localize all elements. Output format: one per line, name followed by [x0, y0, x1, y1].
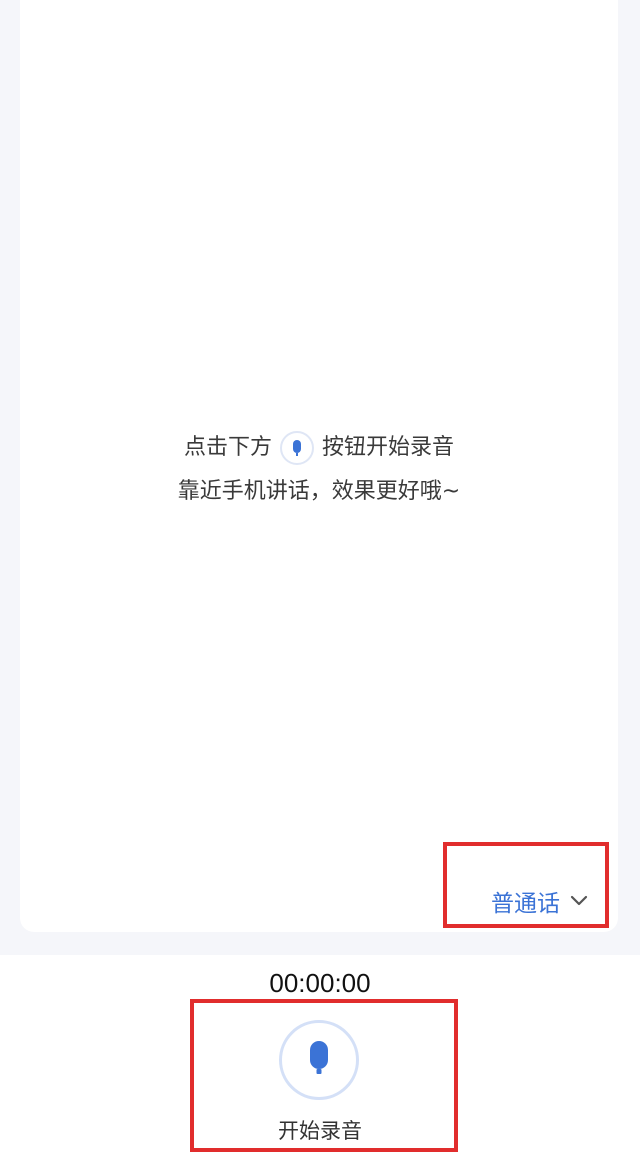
recording-screen: 点击下方 按钮开始录音 靠近手机讲话，效果更好哦~ 普通话 00:00:00 开… — [0, 0, 640, 1155]
hint-line-1: 点击下方 按钮开始录音 — [20, 426, 618, 470]
recording-timer: 00:00:00 — [269, 968, 371, 998]
microphone-icon — [308, 1040, 330, 1080]
chevron-down-icon — [570, 895, 588, 907]
start-recording-button[interactable] — [279, 1020, 359, 1100]
microphone-icon — [280, 431, 314, 465]
transcript-area: 点击下方 按钮开始录音 靠近手机讲话，效果更好哦~ 普通话 — [20, 0, 618, 932]
start-recording-label[interactable]: 开始录音 — [0, 1115, 640, 1145]
hint-text-after: 按钮开始录音 — [322, 435, 455, 460]
language-label: 普通话 — [491, 891, 560, 917]
language-selector[interactable]: 普通话 — [491, 884, 588, 918]
recording-hint: 点击下方 按钮开始录音 靠近手机讲话，效果更好哦~ — [20, 426, 618, 514]
hint-line-2: 靠近手机讲话，效果更好哦~ — [177, 479, 461, 504]
hint-text-before: 点击下方 — [183, 435, 272, 460]
recorder-panel: 00:00:00 开始录音 — [0, 955, 640, 1155]
